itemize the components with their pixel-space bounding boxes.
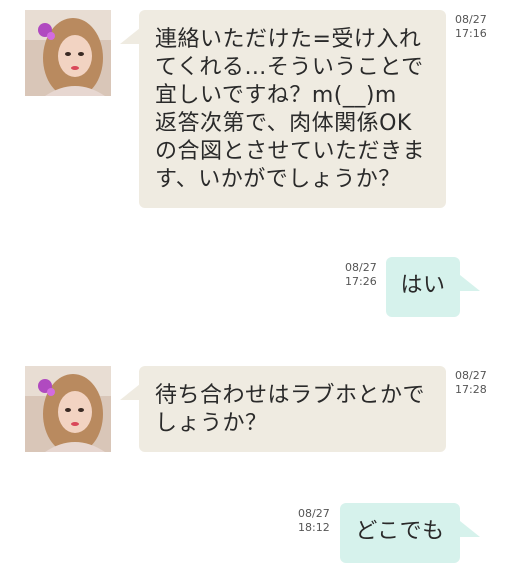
outgoing-message-bubble[interactable]: はい [386, 257, 460, 317]
incoming-bubble-tail [120, 28, 140, 44]
message-text: 待ち合わせはラブホとかで しょうか？ [155, 383, 426, 436]
timestamp-time: 17:26 [345, 275, 377, 288]
timestamp-time: 17:16 [455, 27, 487, 40]
message-timestamp: 08/27 17:26 [345, 261, 377, 289]
timestamp-time: 18:12 [298, 521, 330, 534]
message-text: 連絡いただけた=受け入れ てくれる…そういうことで 宜しいですね？m(__)m … [155, 27, 426, 192]
timestamp-date: 08/27 [298, 507, 330, 520]
message-text: どこでも [355, 519, 445, 544]
outgoing-message-bubble[interactable]: どこでも [340, 503, 460, 563]
contact-avatar[interactable] [25, 366, 111, 452]
message-timestamp: 08/27 17:16 [455, 13, 487, 41]
incoming-message-bubble[interactable]: 連絡いただけた=受け入れ てくれる…そういうことで 宜しいですね？m(__)m … [139, 10, 446, 208]
outgoing-bubble-tail [460, 275, 480, 291]
timestamp-date: 08/27 [345, 261, 377, 274]
outgoing-bubble-tail [460, 521, 480, 537]
message-text: はい [400, 273, 446, 298]
timestamp-date: 08/27 [455, 369, 487, 382]
incoming-bubble-tail [120, 384, 140, 400]
timestamp-time: 17:28 [455, 383, 487, 396]
contact-avatar[interactable] [25, 10, 111, 96]
message-timestamp: 08/27 17:28 [455, 369, 487, 397]
timestamp-date: 08/27 [455, 13, 487, 26]
message-timestamp: 08/27 18:12 [298, 507, 330, 535]
incoming-message-bubble[interactable]: 待ち合わせはラブホとかで しょうか？ [139, 366, 446, 452]
